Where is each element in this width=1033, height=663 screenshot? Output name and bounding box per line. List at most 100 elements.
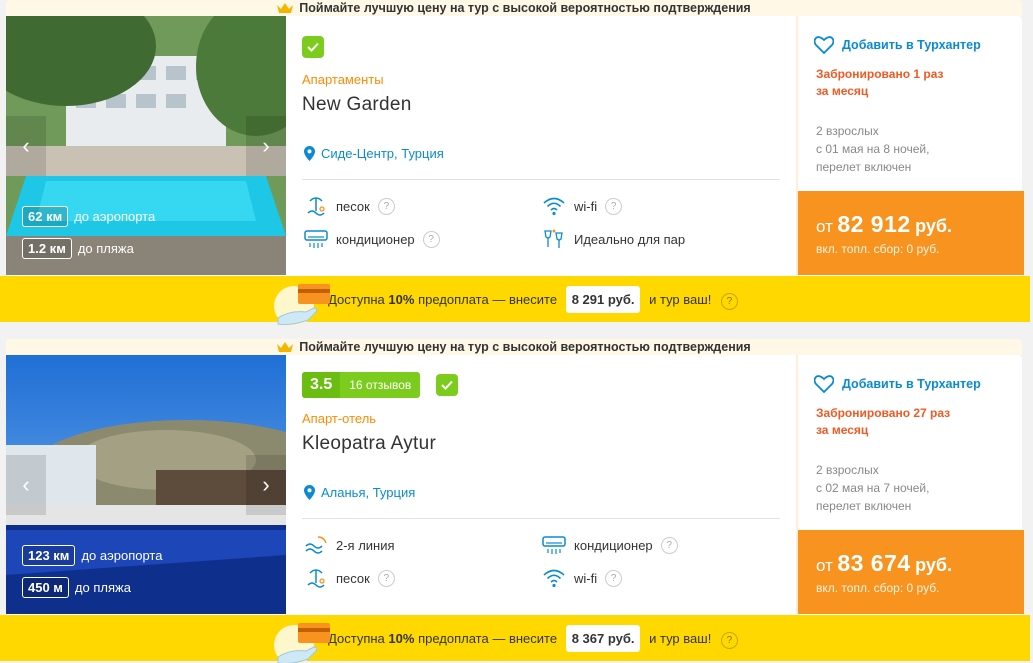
photo-next-button[interactable]: › (246, 116, 286, 176)
location-pin-icon (304, 146, 315, 161)
amenity-item: wi-fi ? (542, 567, 623, 589)
divider (302, 179, 780, 180)
prepay-tail: и тур ваш! (649, 630, 712, 646)
hotel-photo-image (6, 16, 286, 275)
hotel-info: Апартаменты New Garden Сиде-Центр, Турци… (302, 16, 780, 275)
airport-distance-value: 62 км (22, 206, 69, 227)
price-prefix: от (816, 556, 833, 575)
wifi-icon (543, 197, 565, 216)
rating-badge[interactable]: 3.5 16 отзывов (302, 372, 421, 398)
prepayment-bar: Доступна 10% предоплата — внесите 8 291 … (0, 276, 1030, 326)
photo-next-button[interactable]: › (246, 455, 286, 515)
beach-shower-icon (307, 197, 325, 216)
favorite-label: Добавить в Турхантер (842, 38, 981, 52)
airport-distance-value: 123 км (22, 545, 76, 566)
help-icon[interactable]: ? (660, 536, 678, 554)
hotel-name[interactable]: Kleopatra Aytur (302, 433, 436, 455)
price-button[interactable]: от 82 912 руб. вкл. топл. сбор: 0 руб. (798, 191, 1024, 275)
add-to-turhunter-button[interactable]: Добавить в Турхантер (814, 375, 981, 393)
crown-icon (277, 3, 294, 13)
hotel-photo[interactable]: ‹ › 62 км до аэропорта 1.2 км до пляжа (6, 16, 286, 275)
trip-details: 2 взрослых с 02 мая на 7 ночей, перелет … (816, 463, 930, 513)
hotel-badges: 3.5 16 отзывов (302, 372, 459, 398)
amenity-label: кондиционер (574, 537, 653, 553)
hotel-card: Поймайте лучшую цену на тур с высокой ве… (6, 0, 1024, 276)
beach-shower-icon (307, 569, 325, 588)
hotel-type: Апартаменты (302, 72, 384, 87)
beach-distance: 450 м до пляжа (22, 577, 131, 598)
hotel-info: 3.5 16 отзывов Апарт-отель Kleopatra Ayt… (302, 355, 780, 614)
photo-prev-button[interactable]: ‹ (6, 116, 46, 176)
beach-line-icon (305, 536, 327, 554)
hotel-location[interactable]: Сиде-Центр, Турция (304, 146, 444, 161)
heart-icon (814, 375, 834, 393)
fuel-fee: вкл. топл. сбор: 0 руб. (816, 242, 940, 256)
prepay-lead: Доступна (328, 291, 385, 307)
favorite-label: Добавить в Турхантер (842, 377, 981, 391)
verified-check-icon[interactable] (436, 374, 459, 396)
help-icon[interactable]: ? (720, 292, 738, 310)
amenity-item: песок ? (304, 195, 395, 217)
credit-card-hand-icon (274, 284, 330, 326)
hotel-type: Апарт-отель (302, 411, 377, 426)
prepay-tail: и тур ваш! (649, 291, 712, 307)
prepay-amount: 8 367 руб. (565, 624, 641, 652)
price-value: 82 912 (837, 211, 911, 237)
hotel-name[interactable]: New Garden (302, 94, 412, 116)
amenity-label: wi-fi (574, 198, 598, 214)
help-icon[interactable]: ? (605, 569, 623, 587)
wifi-icon (543, 569, 565, 588)
hotel-offer-panel: Добавить в Турхантер Забронировано 1 раз… (796, 16, 1024, 275)
beach-distance-label: до пляжа (77, 241, 134, 256)
prepay-percent: 10% (388, 630, 415, 646)
price-prefix: от (816, 217, 833, 236)
photo-prev-button[interactable]: ‹ (6, 455, 46, 515)
credit-card-hand-icon (274, 623, 330, 663)
crown-icon (277, 342, 294, 352)
heart-icon (814, 36, 834, 54)
add-to-turhunter-button[interactable]: Добавить в Турхантер (814, 36, 981, 54)
amenity-label: 2-я линия (336, 537, 395, 553)
help-icon[interactable]: ? (377, 197, 395, 215)
location-pin-icon (304, 485, 315, 500)
airport-distance: 123 км до аэропорта (22, 545, 162, 566)
prepay-percent: 10% (388, 291, 415, 307)
amenity-label: Идеально для пар (574, 231, 686, 247)
hotel-photo-image (6, 355, 286, 614)
price-button[interactable]: от 83 674 руб. вкл. топл. сбор: 0 руб. (798, 530, 1024, 614)
amenity-label: песок (336, 570, 370, 586)
couple-glasses-icon (544, 229, 563, 248)
amenity-item: Идеально для пар (542, 228, 685, 250)
amenity-label: wi-fi (574, 570, 598, 586)
help-icon[interactable]: ? (377, 569, 395, 587)
airport-distance-label: до аэропорта (74, 209, 156, 224)
air-conditioner-icon (304, 230, 328, 248)
verified-check-icon[interactable] (302, 36, 324, 58)
amenity-item: кондиционер ? (304, 228, 440, 250)
prepay-amount: 8 291 руб. (565, 285, 641, 313)
help-icon[interactable]: ? (720, 631, 738, 649)
beach-distance: 1.2 км до пляжа (22, 238, 134, 259)
booking-stats: Забронировано 1 раз за месяц (816, 67, 944, 98)
airport-distance-label: до аэропорта (81, 548, 163, 563)
hotel-badges (302, 36, 324, 58)
rating-score: 3.5 (302, 372, 341, 398)
prepayment-bar: Доступна 10% предоплата — внесите 8 367 … (0, 615, 1030, 663)
help-icon[interactable]: ? (605, 197, 623, 215)
help-icon[interactable]: ? (422, 230, 440, 248)
amenity-label: песок (336, 198, 370, 214)
beach-distance-label: до пляжа (74, 580, 131, 595)
prepay-mid: предоплата — внесите (418, 630, 558, 646)
hotel-card: Поймайте лучшую цену на тур с высокой ве… (6, 339, 1024, 615)
price-currency: руб. (915, 555, 953, 575)
promo-banner: Поймайте лучшую цену на тур с высокой ве… (6, 339, 1022, 355)
reviews-count: 16 отзывов (349, 378, 412, 392)
amenity-item: wi-fi ? (542, 195, 623, 217)
hotel-photo[interactable]: ‹ › 123 км до аэропорта 450 м до пляжа (6, 355, 286, 614)
beach-distance-value: 450 м (22, 577, 69, 598)
air-conditioner-icon (542, 536, 566, 554)
hotel-location[interactable]: Аланья, Турция (304, 485, 415, 500)
amenity-label: кондиционер (336, 231, 415, 247)
price-currency: руб. (915, 216, 953, 236)
airport-distance: 62 км до аэропорта (22, 206, 155, 227)
